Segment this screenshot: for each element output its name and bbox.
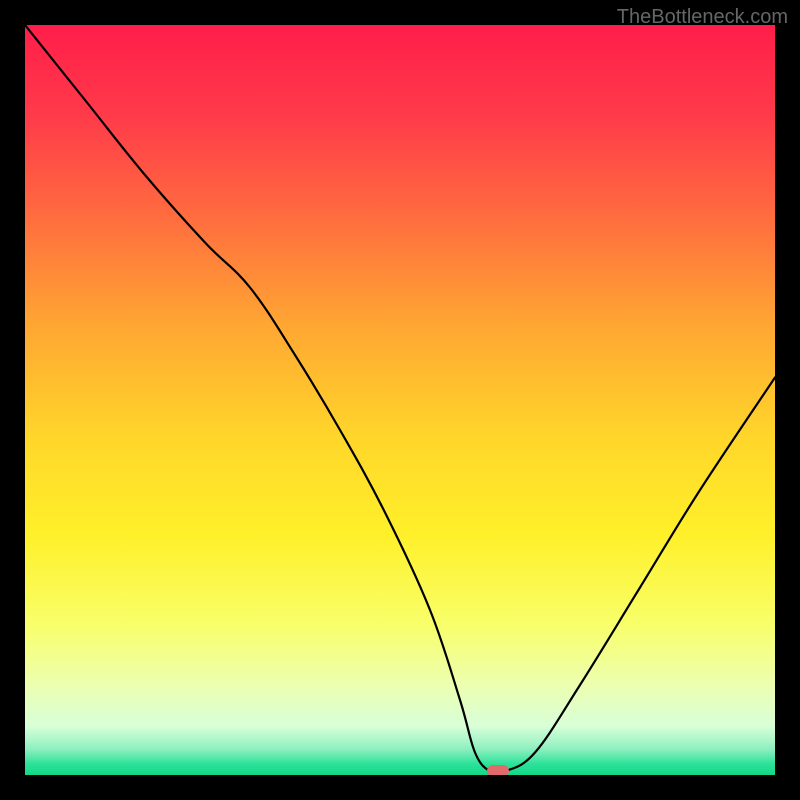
bottleneck-curve: [25, 25, 775, 774]
watermark-text: TheBottleneck.com: [617, 6, 788, 29]
minimum-marker: [487, 765, 509, 775]
plot-area: [25, 25, 775, 775]
curve-layer: [25, 25, 775, 775]
